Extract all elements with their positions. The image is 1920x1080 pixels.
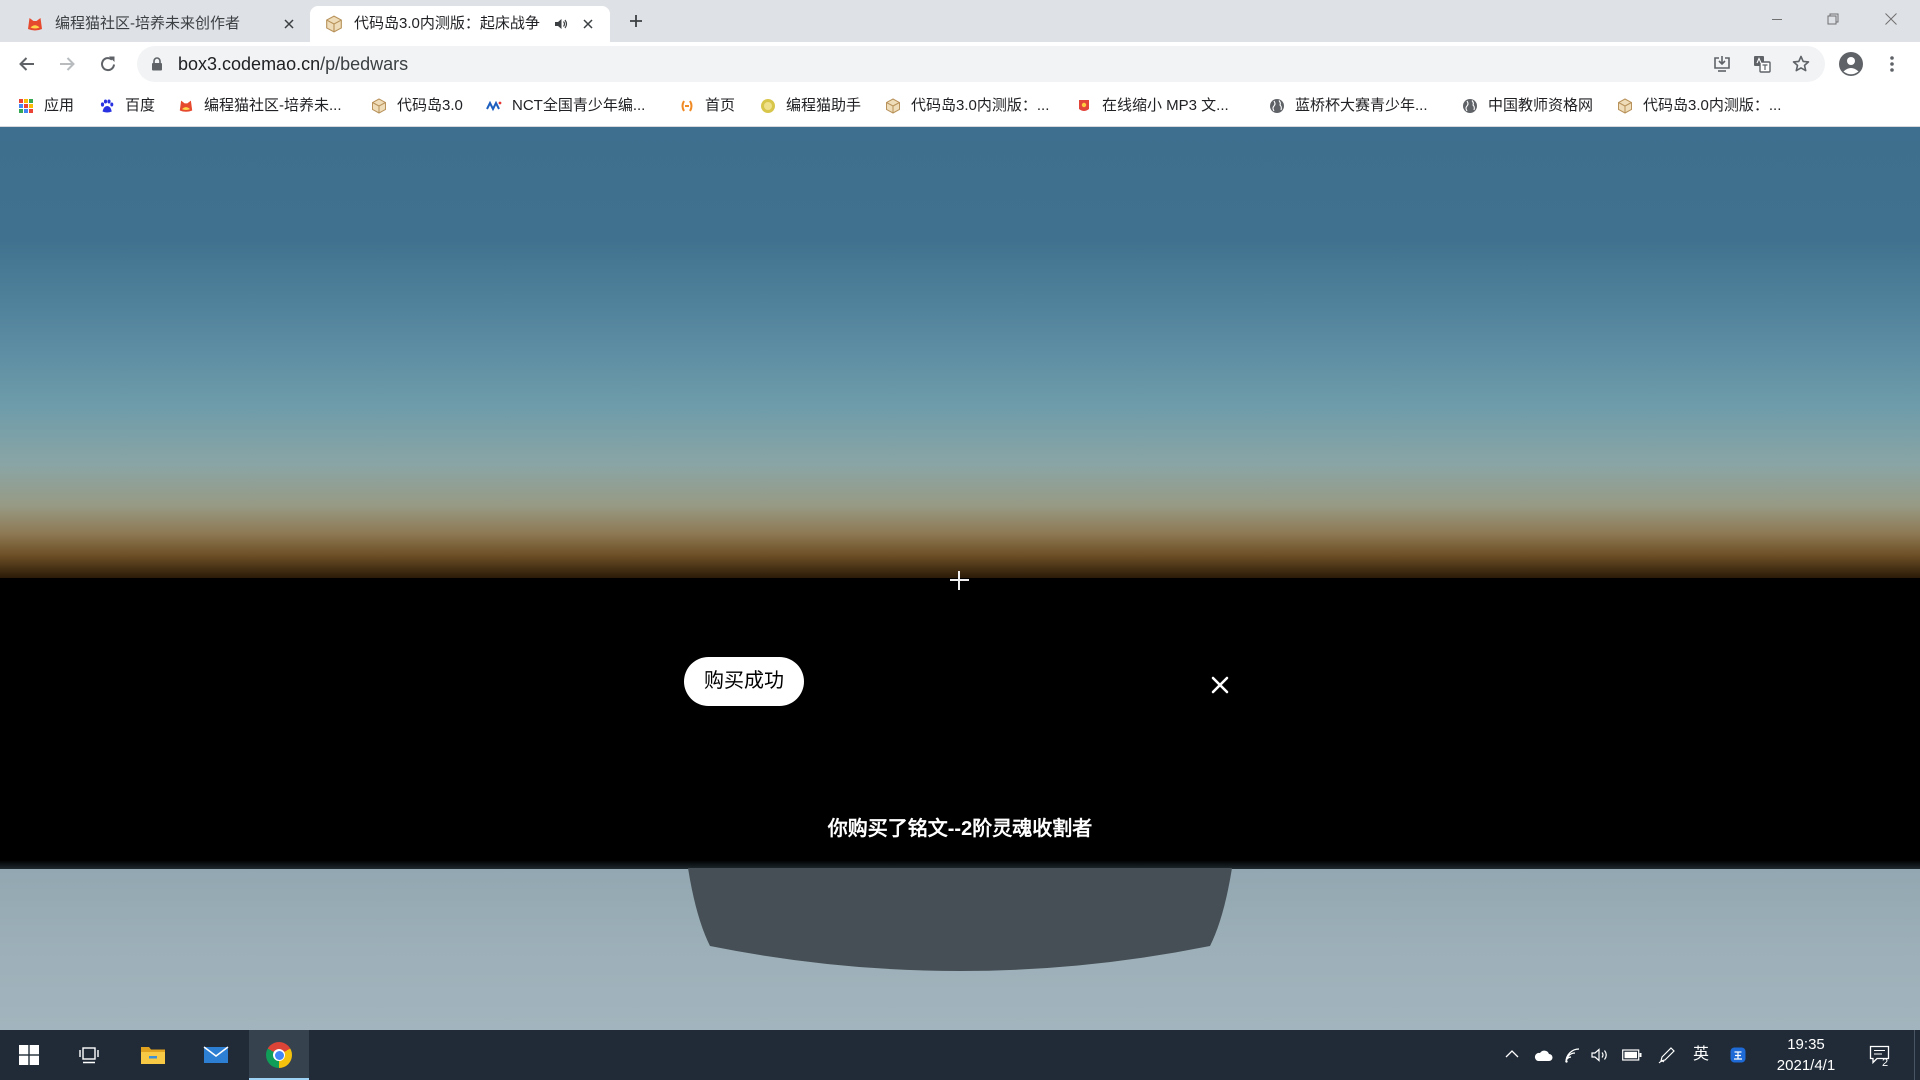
bookmark-label: 应用 [44, 97, 75, 114]
show-desktop-button[interactable] [1914, 1030, 1915, 1080]
bookmarks-bar: 应用 百度 编程猫社区-培养未... 代码岛3.0 NCT全国青少年编... 首… [0, 86, 1920, 127]
chrome-taskbar-button[interactable] [249, 1030, 309, 1080]
box3-icon [371, 98, 387, 114]
chrome-icon [266, 1042, 292, 1068]
lock-icon[interactable] [151, 57, 163, 71]
bookmark-codemao-community[interactable]: 编程猫社区-培养未... [178, 94, 342, 118]
bookmark-mp3-compress[interactable]: 在线缩小 MP3 文... [1076, 94, 1229, 118]
codemao-icon [178, 98, 194, 114]
globe-icon [1462, 98, 1478, 114]
tab-title: 代码岛3.0内测版：起床战争 [354, 15, 540, 32]
pen-workspace-icon[interactable] [1658, 1046, 1676, 1064]
network-icon[interactable] [1564, 1047, 1582, 1063]
bookmark-label: 代码岛3.0内测版：... [911, 97, 1050, 114]
codemao-icon [26, 15, 44, 33]
restore-icon[interactable] [1826, 12, 1840, 26]
mail-icon[interactable] [203, 1045, 229, 1065]
bracket-logo-icon [679, 98, 695, 114]
url-text[interactable]: box3.codemao.cn/p/bedwars [178, 53, 408, 75]
tab-strip: 编程猫社区-培养未来创作者 代码岛3.0内测版：起床战争 [0, 0, 1920, 42]
bookmark-lanqiao[interactable]: 蓝桥杯大赛青少年... [1269, 94, 1428, 118]
apps-grid-icon [18, 98, 34, 114]
browser-toolbar: box3.codemao.cn/p/bedwars [0, 42, 1920, 86]
speaker-icon[interactable] [554, 17, 568, 31]
bookmark-box3-beta[interactable]: 代码岛3.0内测版：... [885, 94, 1049, 118]
bookmark-box3[interactable]: 代码岛3.0 [371, 94, 463, 118]
box3-icon [1617, 98, 1633, 114]
bookmark-label: 在线缩小 MP3 文... [1102, 97, 1229, 114]
close-icon[interactable] [1208, 673, 1232, 697]
back-arrow-icon[interactable] [17, 54, 37, 74]
windows-start-icon[interactable] [19, 1045, 39, 1065]
ime-mode-indicator[interactable]: 英 [1692, 1045, 1710, 1065]
codemao-helper-icon [760, 98, 776, 114]
close-tab-icon[interactable] [282, 17, 296, 31]
bookmark-box3-beta-2[interactable]: 代码岛3.0内测版：... [1617, 94, 1781, 118]
close-tab-icon[interactable] [581, 17, 595, 31]
bookmark-label: 编程猫助手 [786, 97, 862, 114]
bookmark-label: 首页 [705, 97, 736, 114]
minimize-icon[interactable] [1770, 12, 1784, 26]
onedrive-cloud-icon[interactable] [1533, 1048, 1553, 1062]
bookmark-label: NCT全国青少年编... [512, 97, 646, 114]
bookmark-label: 代码岛3.0内测版：... [1643, 97, 1782, 114]
profile-avatar-icon[interactable] [1838, 51, 1864, 77]
forward-arrow-icon[interactable] [57, 54, 77, 74]
bookmark-label: 编程猫社区-培养未... [204, 97, 342, 114]
clock-date[interactable]: 2021/4/1 [1766, 1056, 1846, 1076]
url-host: box3.codemao.cn [178, 54, 321, 74]
close-window-icon[interactable] [1884, 12, 1898, 26]
player-hand-shape [688, 868, 1232, 978]
crosshair-icon [958, 571, 960, 590]
bookmark-codemao-helper[interactable]: 编程猫助手 [760, 94, 861, 118]
tab-box3-bedwars[interactable]: 代码岛3.0内测版：起床战争 [310, 6, 610, 42]
bookmark-teacher-cert[interactable]: 中国教师资格网 [1462, 94, 1593, 118]
task-view-icon[interactable] [78, 1045, 100, 1065]
bookmark-label: 代码岛3.0 [397, 97, 463, 114]
translate-icon[interactable] [1752, 54, 1772, 74]
bookmark-label: 百度 [125, 97, 156, 114]
install-app-icon[interactable] [1712, 54, 1732, 74]
more-menu-icon[interactable] [1886, 54, 1898, 74]
bookmark-apps[interactable]: 应用 [18, 94, 74, 118]
battery-icon[interactable] [1622, 1049, 1642, 1061]
globe-icon [1269, 98, 1285, 114]
nct-icon [486, 98, 502, 114]
volume-icon[interactable] [1591, 1047, 1609, 1063]
box3-icon [325, 15, 343, 33]
new-tab-icon[interactable] [629, 14, 643, 28]
tab-title: 编程猫社区-培养未来创作者 [55, 15, 240, 32]
bookmark-label: 蓝桥杯大赛青少年... [1295, 97, 1428, 114]
game-sky[interactable] [0, 127, 1920, 578]
clock-time[interactable]: 19:35 [1766, 1035, 1846, 1055]
bookmark-nct[interactable]: NCT全国青少年编... [486, 94, 645, 118]
box3-icon [885, 98, 901, 114]
bookmark-baidu[interactable]: 百度 [99, 94, 155, 118]
purchase-message: 你购买了铭文--2阶灵魂收割者 [827, 818, 1093, 840]
file-explorer-icon[interactable] [140, 1044, 166, 1066]
notification-count-badge: 2 [1882, 1057, 1889, 1069]
bookmark-home-page[interactable]: 首页 [679, 94, 735, 118]
star-icon[interactable] [1791, 54, 1811, 74]
ime-app-icon[interactable] [1730, 1047, 1746, 1063]
mp3-compress-icon [1076, 98, 1092, 114]
show-hidden-icons-chevron-icon[interactable] [1505, 1049, 1519, 1059]
address-bar[interactable]: box3.codemao.cn/p/bedwars [137, 46, 1825, 82]
bookmark-label: 中国教师资格网 [1488, 97, 1594, 114]
url-path: /p/bedwars [320, 54, 409, 74]
tab-codemao-community[interactable]: 编程猫社区-培养未来创作者 [10, 6, 310, 42]
windows-taskbar: 英 19:35 2021/4/1 2 [0, 1030, 1920, 1080]
reload-icon[interactable] [98, 54, 118, 74]
purchase-success-title: 购买成功 [684, 657, 804, 706]
baidu-paw-icon [99, 98, 115, 114]
